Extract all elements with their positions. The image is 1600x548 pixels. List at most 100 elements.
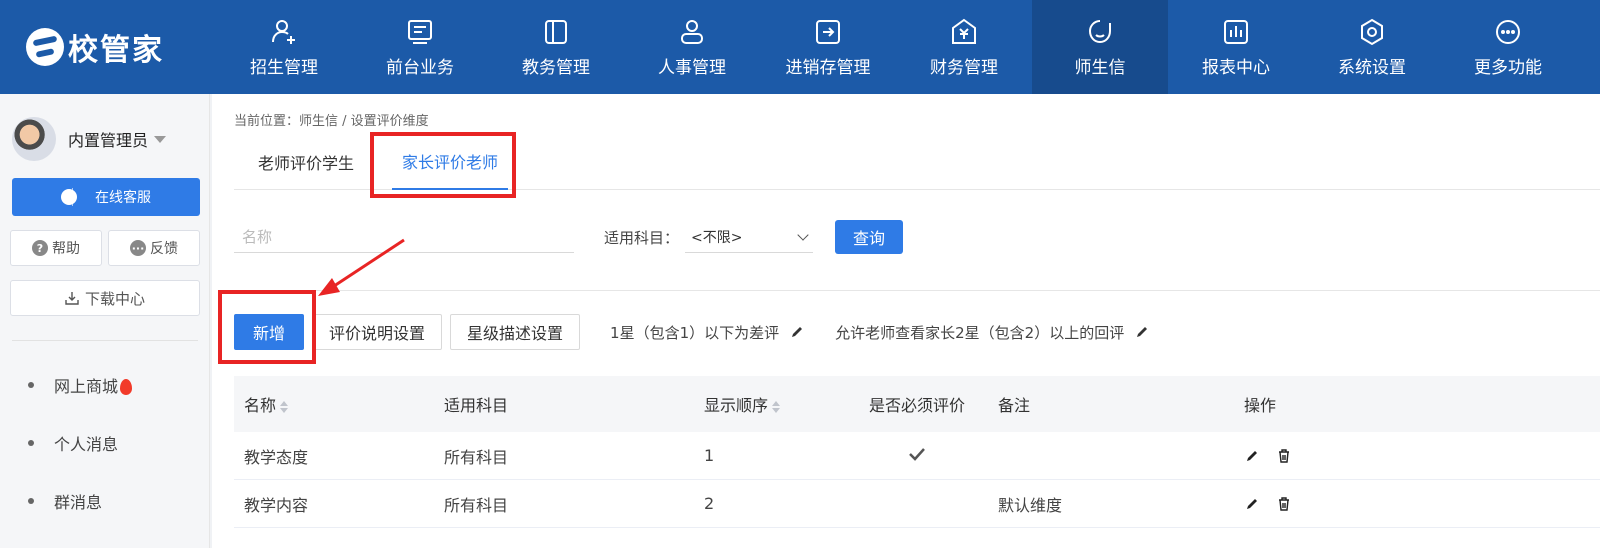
cell-actions: [1234, 496, 1314, 512]
avatar: [12, 117, 56, 161]
help-row: ? 帮助 ··· 反馈: [10, 230, 200, 266]
cell-subject: 所有科目: [444, 447, 509, 467]
star-description-button[interactable]: 星级描述设置: [450, 314, 581, 350]
trash-icon[interactable]: [1276, 496, 1292, 512]
highlight-box: [370, 132, 516, 198]
sort-icon[interactable]: [280, 400, 289, 413]
download-icon: [65, 292, 79, 305]
online-service-button[interactable]: 在线客服: [12, 178, 200, 216]
settings-icon: [1357, 17, 1387, 47]
bad-review-rule: 1星（包含1）以下为差评: [610, 322, 805, 343]
cell-name: 教学内容: [244, 495, 309, 515]
top-navbar: 校管家 招生管理 前台业务 教务管理 人事管理 进销存管理 财务管理 师生信 报…: [0, 0, 1600, 94]
nav-label: 财务管理: [930, 57, 998, 78]
more-icon: [1493, 17, 1523, 47]
nav-label: 报表中心: [1202, 57, 1270, 78]
brand-name: 校管家: [68, 33, 164, 68]
table-header: 名称 适用科目 显示顺序 是否必须评价 备注 操作: [234, 376, 1600, 432]
sidebar-item-label: 群消息: [54, 493, 103, 512]
filter-bar: 适用科目： <不限> 查询: [234, 220, 904, 254]
query-button[interactable]: 查询: [835, 220, 904, 254]
divider: [12, 340, 198, 341]
edit-icon[interactable]: [1134, 324, 1150, 340]
monitor-icon: [405, 17, 435, 47]
side-links: 网上商城 个人消息 群消息: [28, 356, 133, 530]
help-label: 帮助: [52, 241, 80, 257]
tab-teacher-evaluate-student[interactable]: 老师评价学生: [234, 134, 378, 190]
nav-label: 教务管理: [522, 57, 590, 78]
subject-select[interactable]: <不限>: [685, 221, 814, 253]
cell-subject: 所有科目: [444, 495, 509, 515]
sidebar-item-messages[interactable]: 个人消息: [28, 414, 132, 472]
edit-icon[interactable]: [1244, 448, 1260, 464]
table-row: 教学内容 所有科目 2 默认维度: [234, 480, 1600, 528]
download-center-button[interactable]: 下载中心: [10, 280, 200, 316]
sidebar-item-shop[interactable]: 网上商城: [28, 356, 133, 414]
nav-item-reports[interactable]: 报表中心: [1168, 0, 1304, 94]
nav-item-enrollment[interactable]: 招生管理: [216, 0, 352, 94]
book-icon: [541, 17, 571, 47]
name-search-input[interactable]: [234, 221, 574, 253]
bullet-icon: [28, 382, 34, 388]
nav-item-finance[interactable]: 财务管理: [896, 0, 1032, 94]
nav-label: 招生管理: [250, 57, 318, 78]
edit-icon[interactable]: [789, 324, 805, 340]
cell-order: 1: [704, 446, 715, 465]
divider: [72, 188, 73, 206]
trash-icon[interactable]: [1276, 448, 1292, 464]
feedback-label: 反馈: [150, 241, 178, 257]
sidebar-item-label: 网上商城: [54, 377, 119, 396]
fire-icon: [120, 379, 133, 395]
nav-label: 更多功能: [1474, 57, 1542, 78]
nav-item-hr[interactable]: 人事管理: [624, 0, 760, 94]
cell-note: 默认维度: [998, 495, 1063, 515]
download-label: 下载中心: [84, 289, 145, 308]
help-button[interactable]: ? 帮助: [10, 230, 102, 266]
chevron-down-icon: [797, 228, 809, 241]
chat-icon: [1085, 17, 1115, 47]
column-header-order[interactable]: 显示顺序: [694, 392, 846, 416]
view-review-rule: 允许老师查看家长2星（包含2）以上的回评: [835, 322, 1150, 343]
column-header-note: 备注: [998, 396, 1031, 415]
user-menu[interactable]: 内置管理员: [0, 94, 209, 184]
nav-item-teacher-student[interactable]: 师生信: [1032, 0, 1168, 94]
logo-icon: [26, 28, 64, 66]
table-row: 教学态度 所有科目 1: [234, 432, 1600, 480]
inventory-icon: [813, 17, 843, 47]
bullet-icon: [28, 498, 34, 504]
divider: [234, 290, 1600, 291]
column-header-subject: 适用科目: [444, 396, 509, 415]
cell-order: 2: [704, 494, 715, 513]
person-icon: [677, 17, 707, 47]
nav-item-academic[interactable]: 教务管理: [488, 0, 624, 94]
question-icon: ?: [32, 240, 48, 256]
nav-item-inventory[interactable]: 进销存管理: [760, 0, 896, 94]
nav-item-more[interactable]: 更多功能: [1440, 0, 1576, 94]
cell-name: 教学态度: [244, 447, 309, 467]
highlight-box: [218, 290, 316, 364]
nav-item-front-desk[interactable]: 前台业务: [352, 0, 488, 94]
view-review-rule-text: 允许老师查看家长2星（包含2）以上的回评: [835, 323, 1125, 342]
subject-select-value: <不限>: [691, 229, 743, 246]
nav-label: 进销存管理: [785, 57, 871, 78]
sidebar-item-group-messages[interactable]: 群消息: [28, 472, 132, 530]
evaluation-description-button[interactable]: 评价说明设置: [312, 314, 443, 350]
user-add-icon: [269, 17, 299, 47]
feedback-button[interactable]: ··· 反馈: [108, 230, 200, 266]
nav-label: 系统设置: [1338, 57, 1406, 78]
chat-bubble-icon: [61, 189, 77, 205]
caret-down-icon: [154, 135, 167, 143]
sort-icon[interactable]: [772, 400, 781, 413]
nav-item-settings[interactable]: 系统设置: [1304, 0, 1440, 94]
comment-icon: ···: [130, 240, 146, 256]
edit-icon[interactable]: [1244, 496, 1260, 512]
column-header-name[interactable]: 名称: [234, 392, 434, 416]
report-icon: [1221, 17, 1251, 47]
column-header-actions: 操作: [1244, 396, 1277, 415]
brand-logo[interactable]: 校管家: [0, 0, 216, 94]
user-name: 内置管理员: [68, 131, 149, 150]
toolbar: 新增 评价说明设置 星级描述设置 1星（包含1）以下为差评 允许老师查看家长2星…: [234, 314, 1150, 350]
cell-actions: [1234, 448, 1314, 464]
cell-required: [846, 446, 988, 465]
sidebar: 内置管理员 在线客服 ? 帮助 ··· 反馈 下载中心 网上商城 个人消息 群消…: [0, 94, 210, 548]
